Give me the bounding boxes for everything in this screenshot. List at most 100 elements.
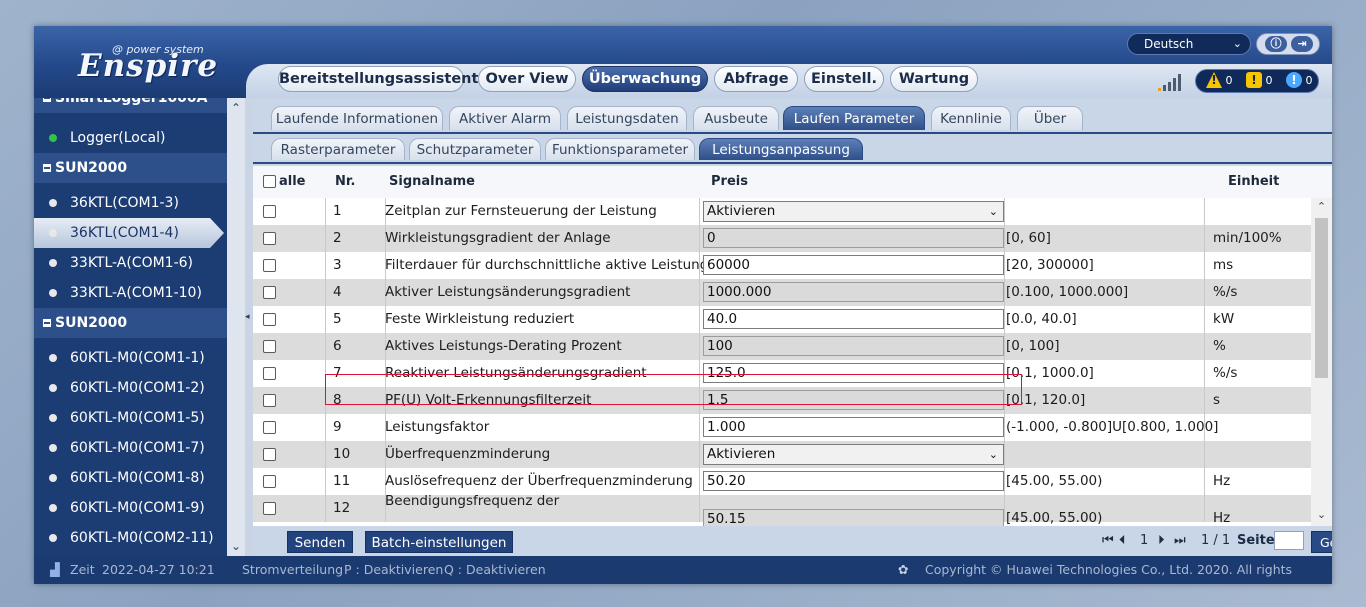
tree-scrollbar[interactable]: ⌃ ⌄ bbox=[227, 98, 245, 556]
header-all: alle bbox=[279, 174, 306, 189]
row-number: 6 bbox=[333, 338, 342, 354]
table-header: alle Nr. Signalname Preis Einheit bbox=[253, 166, 1332, 199]
tab-ausbeute[interactable]: Ausbeute bbox=[693, 106, 779, 130]
tree-item-60ktl-com1-5[interactable]: 60KTL-M0(COM1-5) bbox=[34, 403, 227, 433]
tab-ueber[interactable]: Über bbox=[1017, 106, 1083, 130]
tab-schutzparameter[interactable]: Schutzparameter bbox=[409, 138, 541, 160]
tab-laufende-informationen[interactable]: Laufende Informationen bbox=[271, 106, 443, 130]
tree-item-36ktl-com1-3[interactable]: 36KTL(COM1-3) bbox=[34, 188, 227, 218]
next-page-icon[interactable]: ⏵ bbox=[1158, 533, 1165, 548]
value-input[interactable]: 60000 bbox=[703, 255, 1004, 275]
signal-name: PF(U) Volt-Erkennungsfilterzeit bbox=[385, 392, 592, 408]
tree-item-logger[interactable]: Logger(Local) bbox=[34, 123, 227, 153]
signal-name: Aktives Leistungs-Derating Prozent bbox=[385, 338, 622, 354]
unit: s bbox=[1213, 392, 1221, 408]
tree-group-sun2000-1[interactable]: SUN2000 bbox=[34, 153, 227, 183]
language-select[interactable]: Deutsch ⌄ bbox=[1127, 33, 1251, 55]
value-range: (-1.000, -0.800]U[0.800, 1.000] bbox=[1006, 419, 1219, 435]
scroll-thumb[interactable] bbox=[1315, 218, 1328, 378]
row-number: 3 bbox=[333, 257, 342, 273]
menu-einstell[interactable]: Einstell. bbox=[804, 66, 884, 92]
tab-kennlinie[interactable]: Kennlinie bbox=[931, 106, 1011, 130]
row-checkbox[interactable] bbox=[263, 232, 276, 245]
table-row: 6 Aktives Leistungs-Derating Prozent 100 [0… bbox=[253, 333, 1311, 360]
row-checkbox[interactable] bbox=[263, 367, 276, 380]
unit: kW bbox=[1213, 311, 1235, 327]
table-scrollbar[interactable]: ⌃ ⌄ bbox=[1311, 198, 1332, 526]
select-all-checkbox[interactable] bbox=[263, 175, 276, 188]
table-row: 9 Leistungsfaktor 1.000 (-1.000, -0.800]U[0… bbox=[253, 414, 1311, 441]
status-dot-icon bbox=[49, 474, 57, 482]
tree-item-60ktl-com1-8[interactable]: 60KTL-M0(COM1-8) bbox=[34, 463, 227, 493]
q-status: Q : Deaktivieren bbox=[444, 562, 546, 577]
column-divider bbox=[1204, 306, 1205, 333]
scroll-up-icon[interactable]: ⌃ bbox=[227, 100, 245, 116]
row-checkbox[interactable] bbox=[263, 205, 276, 218]
row-checkbox[interactable] bbox=[263, 286, 276, 299]
value-input[interactable]: 50.20 bbox=[703, 471, 1004, 491]
scroll-down-icon[interactable]: ⌄ bbox=[227, 538, 245, 554]
row-number: 8 bbox=[333, 392, 342, 408]
tree-item-60ktl-com1-1[interactable]: 60KTL-M0(COM1-1) bbox=[34, 343, 227, 373]
row-checkbox[interactable] bbox=[263, 421, 276, 434]
tab-laufen-parameter[interactable]: Laufen Parameter bbox=[783, 106, 925, 130]
column-divider bbox=[699, 468, 700, 495]
first-page-icon[interactable]: ⏮ bbox=[1102, 533, 1114, 548]
signal-name: Filterdauer für durchschnittliche aktive… bbox=[385, 257, 709, 273]
row-checkbox[interactable] bbox=[263, 340, 276, 353]
tab-leistungsanpassung[interactable]: Leistungsanpassung bbox=[699, 138, 863, 160]
signal-name: Aktiver Leistungsänderungsgradient bbox=[385, 284, 631, 300]
row-checkbox[interactable] bbox=[263, 313, 276, 326]
logout-icon[interactable]: ⇥ bbox=[1291, 36, 1313, 52]
value-select[interactable]: Aktivieren ⌄ bbox=[703, 201, 1004, 222]
scroll-up-icon[interactable]: ⌃ bbox=[1311, 200, 1332, 213]
prev-page-icon[interactable]: ⏴ bbox=[1119, 533, 1126, 548]
menu-bereitstellungsassistent[interactable]: Bereitstellungsassistent bbox=[278, 66, 478, 92]
tree-group-sun2000-2[interactable]: SUN2000 bbox=[34, 308, 227, 338]
tree-item-33ktl-a-com1-10[interactable]: 33KTL-A(COM1-10) bbox=[34, 278, 227, 308]
scroll-down-icon[interactable]: ⌄ bbox=[1311, 508, 1332, 521]
status-dot-icon bbox=[49, 504, 57, 512]
tree-item-60ktl-com1-9[interactable]: 60KTL-M0(COM1-9) bbox=[34, 493, 227, 523]
value-input[interactable]: 40.0 bbox=[703, 309, 1004, 329]
batch-settings-button[interactable]: Batch-einstellungen bbox=[365, 531, 513, 553]
tab-aktiver-alarm[interactable]: Aktiver Alarm bbox=[449, 106, 561, 130]
column-divider bbox=[325, 198, 326, 225]
tab-funktionsparameter[interactable]: Funktionsparameter bbox=[545, 138, 695, 160]
tree-item-60ktl-com2-11[interactable]: 60KTL-M0(COM2-11) bbox=[34, 523, 227, 553]
send-button[interactable]: Senden bbox=[287, 531, 353, 553]
unit: % bbox=[1213, 338, 1226, 354]
tree-item-60ktl-com1-7[interactable]: 60KTL-M0(COM1-7) bbox=[34, 433, 227, 463]
primary-tabs: Laufende Informationen Aktiver Alarm Lei… bbox=[253, 106, 1332, 134]
value-select[interactable]: Aktivieren ⌄ bbox=[703, 444, 1004, 465]
tab-rasterparameter[interactable]: Rasterparameter bbox=[271, 138, 405, 160]
tree-item-60ktl-com1-2[interactable]: 60KTL-M0(COM1-2) bbox=[34, 373, 227, 403]
menu-abfrage[interactable]: Abfrage bbox=[714, 66, 798, 92]
column-divider bbox=[699, 198, 700, 225]
go-to-page-button[interactable]: Gehe zu bbox=[1311, 531, 1332, 572]
tree-item-33ktl-a-com1-6[interactable]: 33KTL-A(COM1-6) bbox=[34, 248, 227, 278]
row-checkbox[interactable] bbox=[263, 259, 276, 272]
last-page-icon[interactable]: ⏭ bbox=[1174, 533, 1186, 548]
value-input[interactable]: 1.000 bbox=[703, 417, 1004, 437]
info-icon[interactable]: ⓘ bbox=[1265, 36, 1287, 52]
page-number-input[interactable] bbox=[1274, 531, 1304, 550]
menu-wartung[interactable]: Wartung bbox=[890, 66, 978, 92]
column-divider bbox=[699, 225, 700, 252]
alarm-summary[interactable]: ! 0 ! 0 ! 0 bbox=[1195, 69, 1319, 93]
tree-item-36ktl-com1-4[interactable]: 36KTL(COM1-4) bbox=[34, 218, 224, 248]
row-checkbox[interactable] bbox=[263, 448, 276, 461]
menu-overview[interactable]: Over View bbox=[478, 66, 576, 92]
tree-group-smartlogger[interactable]: SmartLogger1000A bbox=[34, 98, 227, 113]
column-divider bbox=[1004, 441, 1005, 468]
row-checkbox[interactable] bbox=[263, 502, 276, 515]
table-row: 10 Überfrequenzminderung Aktivieren ⌄ bbox=[253, 441, 1311, 468]
value-input[interactable]: 125.0 bbox=[703, 363, 1004, 383]
sidebar-collapse-handle[interactable]: ◂ bbox=[245, 98, 253, 556]
column-divider bbox=[1004, 495, 1005, 522]
tab-leistungsdaten[interactable]: Leistungsdaten bbox=[567, 106, 687, 130]
row-checkbox[interactable] bbox=[263, 394, 276, 407]
row-checkbox[interactable] bbox=[263, 475, 276, 488]
column-divider bbox=[1204, 333, 1205, 360]
menu-ueberwachung[interactable]: Überwachung bbox=[582, 66, 708, 92]
